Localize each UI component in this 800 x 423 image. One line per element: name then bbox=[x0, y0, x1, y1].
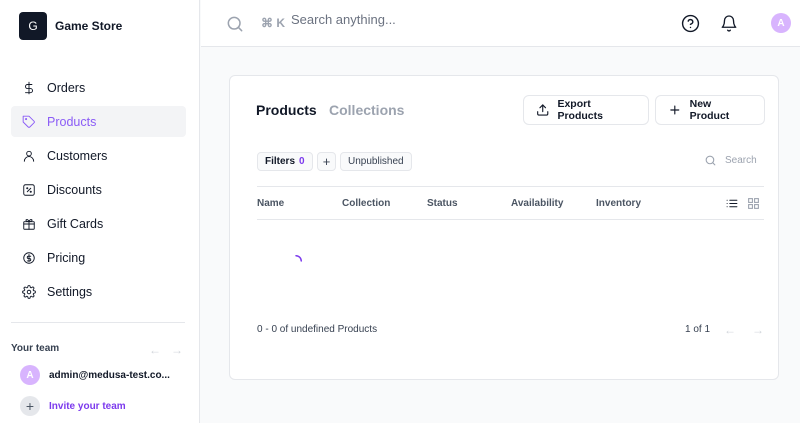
pagination-summary: 0 - 0 of undefined Products bbox=[257, 324, 378, 335]
bell-icon[interactable] bbox=[720, 14, 738, 33]
avatar: A bbox=[20, 365, 40, 385]
tag-icon bbox=[22, 115, 35, 128]
list-view-icon[interactable] bbox=[725, 197, 739, 210]
sidebar-item-customers[interactable]: Customers bbox=[11, 140, 186, 171]
shortcut-hint: ⌘ K bbox=[261, 16, 285, 30]
gear-icon bbox=[22, 284, 36, 299]
tab-collections[interactable]: Collections bbox=[329, 102, 404, 118]
sidebar-item-label: Products bbox=[47, 114, 97, 129]
team-pager: ← → bbox=[149, 343, 183, 357]
filters-label: Filters bbox=[265, 156, 296, 167]
next-page-icon[interactable]: → bbox=[752, 323, 764, 337]
sidebar-item-pricing[interactable]: Pricing bbox=[11, 242, 186, 273]
sidebar-item-label: Settings bbox=[47, 284, 93, 299]
column-header-inventory[interactable]: Inventory bbox=[596, 198, 641, 209]
loading-spinner-icon bbox=[295, 255, 302, 262]
column-header-availability[interactable]: Availability bbox=[511, 198, 563, 209]
new-product-label: New Product bbox=[689, 98, 730, 122]
products-card: Products Collections Export Products New… bbox=[229, 75, 779, 380]
column-header-name[interactable]: Name bbox=[257, 198, 284, 209]
sidebar-item-discounts[interactable]: Discounts bbox=[11, 174, 186, 205]
invite-label: Invite your team bbox=[49, 400, 126, 412]
sidebar-item-label: Orders bbox=[47, 80, 86, 95]
plus-icon: + bbox=[20, 396, 40, 416]
table-header: Name Collection Status Availability Inve… bbox=[257, 186, 764, 220]
sidebar-item-settings[interactable]: Settings bbox=[11, 276, 186, 307]
sidebar-item-label: Customers bbox=[47, 148, 108, 163]
upload-icon bbox=[537, 104, 549, 116]
store-switcher[interactable]: G Game Store bbox=[19, 12, 122, 40]
member-email: admin@medusa-test.co... bbox=[49, 369, 170, 381]
grid-view-icon[interactable] bbox=[747, 197, 760, 210]
team-member[interactable]: A admin@medusa-test.co... bbox=[20, 365, 170, 385]
sidebar-item-gift-cards[interactable]: Gift Cards bbox=[11, 208, 186, 239]
sidebar-item-label: Gift Cards bbox=[47, 216, 104, 231]
topbar: ⌘ K A bbox=[201, 0, 800, 47]
global-search-input[interactable] bbox=[291, 12, 591, 27]
pagination-pages: 1 of 1 bbox=[685, 324, 711, 335]
view-toggle bbox=[725, 197, 760, 210]
column-header-collection[interactable]: Collection bbox=[342, 198, 390, 209]
pricing-icon bbox=[23, 251, 35, 264]
new-product-button[interactable]: New Product bbox=[655, 95, 765, 125]
filters-count: 0 bbox=[299, 156, 305, 167]
help-icon[interactable] bbox=[681, 14, 700, 33]
list-search-placeholder: Search bbox=[725, 155, 757, 166]
user-avatar[interactable]: A bbox=[771, 13, 791, 33]
export-products-button[interactable]: Export Products bbox=[523, 95, 649, 125]
sidebar: G Game Store Orders Products Customers D… bbox=[0, 0, 200, 423]
prev-page-icon[interactable]: ← bbox=[724, 323, 736, 337]
sidebar-item-products[interactable]: Products bbox=[11, 106, 186, 137]
column-header-status[interactable]: Status bbox=[427, 198, 458, 209]
add-filter-button[interactable]: + bbox=[317, 152, 336, 171]
plus-icon bbox=[670, 105, 680, 115]
store-logo: G bbox=[19, 12, 47, 40]
sidebar-divider bbox=[11, 322, 185, 323]
gift-icon bbox=[23, 218, 35, 230]
pagination-controls: ← → bbox=[724, 323, 764, 337]
export-label: Export Products bbox=[557, 98, 603, 122]
saved-view-unpublished[interactable]: Unpublished bbox=[340, 152, 412, 171]
search-icon bbox=[705, 155, 716, 166]
list-search[interactable]: Search bbox=[704, 154, 757, 167]
sidebar-item-label: Discounts bbox=[47, 182, 102, 197]
sidebar-nav: Orders Products Customers Discounts Gift… bbox=[11, 72, 186, 310]
tab-products[interactable]: Products bbox=[256, 102, 317, 118]
filters-button[interactable]: Filters 0 bbox=[257, 152, 313, 171]
discount-icon bbox=[23, 183, 35, 196]
invite-team-button[interactable]: + Invite your team bbox=[20, 396, 126, 416]
user-icon bbox=[23, 150, 35, 162]
dollar-icon bbox=[25, 81, 33, 94]
arrow-left-icon[interactable]: ← bbox=[149, 343, 161, 357]
arrow-right-icon[interactable]: → bbox=[171, 343, 183, 357]
search-icon bbox=[227, 16, 243, 32]
sidebar-item-label: Pricing bbox=[47, 250, 86, 265]
sidebar-item-orders[interactable]: Orders bbox=[11, 72, 186, 103]
team-label: Your team bbox=[11, 343, 60, 354]
store-name: Game Store bbox=[55, 19, 123, 33]
